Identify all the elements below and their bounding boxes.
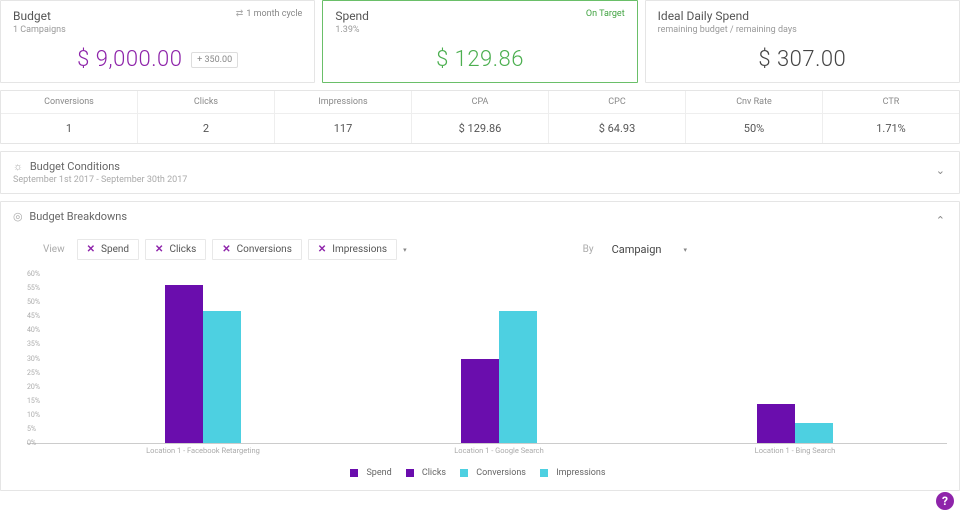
stats-table: Conversions 1 Clicks 2 Impressions 117 C…	[0, 90, 960, 144]
y-tick: 25%	[27, 369, 40, 377]
bar-spend[interactable]	[461, 359, 499, 444]
bar-group: Location 1 - Bing Search	[647, 274, 943, 443]
spend-status: On Target	[586, 9, 625, 19]
y-tick: 60%	[27, 270, 40, 278]
y-tick: 30%	[27, 355, 40, 363]
stat-cnvrate: Cnv Rate 50%	[686, 91, 823, 143]
category-label: Location 1 - Google Search	[351, 446, 647, 455]
budget-adjust-chip[interactable]: + 350.00	[191, 52, 238, 68]
legend-swatch-impressions	[540, 469, 548, 477]
target-icon: ◎	[13, 210, 23, 223]
bar-spend[interactable]	[757, 404, 795, 443]
view-label: View	[43, 244, 65, 255]
y-tick: 40%	[27, 326, 40, 334]
budget-sub: 1 Campaigns	[13, 25, 302, 35]
card-ideal[interactable]: Ideal Daily Spend remaining budget / rem…	[645, 0, 960, 83]
stat-conversions: Conversions 1	[1, 91, 138, 143]
legend-swatch-spend	[350, 469, 358, 477]
chevron-down-icon[interactable]: ⌄	[936, 164, 945, 177]
remove-icon[interactable]: ✕	[318, 244, 326, 255]
y-tick: 50%	[27, 298, 40, 306]
y-tick: 55%	[27, 284, 40, 292]
chart-legend: Spend Clicks Conversions Impressions	[13, 468, 947, 480]
ideal-value: $ 307.00	[658, 47, 947, 72]
y-tick: 0%	[27, 439, 36, 447]
ideal-title: Ideal Daily Spend	[658, 9, 947, 23]
by-dropdown[interactable]: Campaign	[612, 243, 687, 256]
metric-chip-clicks[interactable]: ✕Clicks	[145, 239, 206, 260]
metrics-dropdown[interactable]	[403, 246, 413, 254]
y-tick: 45%	[27, 312, 40, 320]
legend-swatch-clicks	[406, 469, 414, 477]
spend-value: $ 129.86	[335, 47, 624, 72]
spend-title: Spend	[335, 9, 624, 23]
breakdown-controls: View ✕Spend ✕Clicks ✕Conversions ✕Impres…	[13, 235, 947, 266]
stat-cpa: CPA $ 129.86	[412, 91, 549, 143]
metric-chip-conversions[interactable]: ✕Conversions	[212, 239, 302, 260]
panel-budget-conditions[interactable]: ☼ Budget Conditions September 1st 2017 -…	[0, 151, 960, 194]
bar-group: Location 1 - Google Search	[351, 274, 647, 443]
y-tick: 20%	[27, 383, 40, 391]
help-button[interactable]: ?	[936, 492, 954, 510]
bar-spend[interactable]	[165, 285, 203, 443]
remove-icon[interactable]: ✕	[87, 244, 95, 255]
breakdown-chart: 0%5%10%15%20%25%30%35%40%45%50%55%60%Loc…	[27, 274, 947, 444]
y-tick: 15%	[27, 397, 40, 405]
sun-icon: ☼	[13, 160, 23, 173]
y-tick: 35%	[27, 340, 40, 348]
bar-group: Location 1 - Facebook Retargeting	[55, 274, 351, 443]
conditions-title: Budget Conditions	[30, 160, 120, 173]
remove-icon[interactable]: ✕	[155, 244, 163, 255]
remove-icon[interactable]: ✕	[222, 244, 230, 255]
card-spend[interactable]: Spend 1.39% On Target $ 129.86	[322, 0, 637, 83]
stat-cpc: CPC $ 64.93	[549, 91, 686, 143]
legend-swatch-conversions	[460, 469, 468, 477]
cycle-icon: ⇄	[236, 9, 244, 19]
y-tick: 5%	[27, 425, 36, 433]
stat-impressions: Impressions 117	[275, 91, 412, 143]
conditions-range: September 1st 2017 - September 30th 2017	[13, 175, 947, 185]
metric-chip-impressions[interactable]: ✕Impressions	[308, 239, 397, 260]
card-budget[interactable]: Budget 1 Campaigns ⇄1 month cycle $ 9,00…	[0, 0, 315, 83]
metric-chip-spend[interactable]: ✕Spend	[77, 239, 139, 260]
budget-value: $ 9,000.00	[77, 47, 182, 72]
stat-clicks: Clicks 2	[138, 91, 275, 143]
bar-impressions[interactable]	[795, 423, 833, 443]
panel-budget-breakdowns: ◎ Budget Breakdowns ⌃ View ✕Spend ✕Click…	[0, 201, 960, 491]
budget-cycle: ⇄1 month cycle	[236, 9, 303, 19]
bar-impressions[interactable]	[499, 311, 537, 443]
by-label: By	[583, 244, 594, 255]
ideal-sub: remaining budget / remaining days	[658, 25, 947, 35]
bar-impressions[interactable]	[203, 311, 241, 443]
chevron-up-icon[interactable]: ⌃	[936, 214, 945, 227]
category-label: Location 1 - Bing Search	[647, 446, 943, 455]
spend-sub: 1.39%	[335, 25, 624, 35]
y-tick: 10%	[27, 411, 40, 419]
breakdowns-title: Budget Breakdowns	[29, 210, 127, 223]
category-label: Location 1 - Facebook Retargeting	[55, 446, 351, 455]
stat-ctr: CTR 1.71%	[823, 91, 959, 143]
